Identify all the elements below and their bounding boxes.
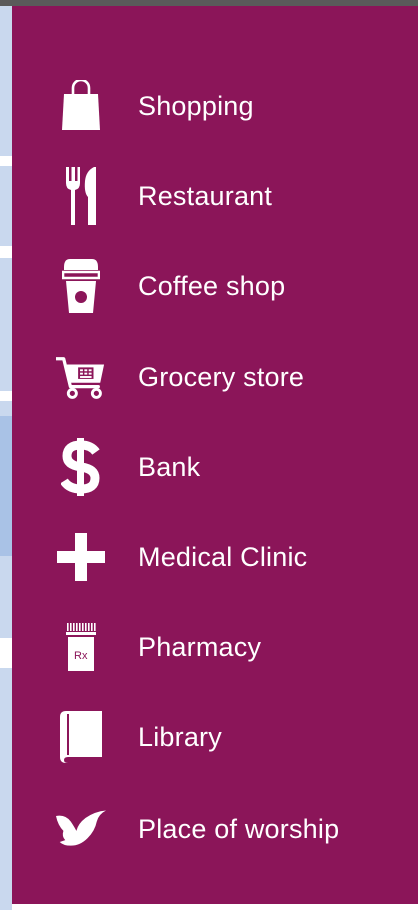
legend-item-shopping[interactable]: Shopping	[12, 76, 418, 136]
legend-label-grocery-store: Grocery store	[138, 362, 305, 392]
svg-text:Rx: Rx	[74, 650, 88, 662]
map-edge	[0, 6, 12, 910]
legend-label-shopping: Shopping	[138, 91, 254, 121]
legend-label-pharmacy: Pharmacy	[138, 632, 262, 662]
legend-label-place-of-worship: Place of worship	[138, 814, 340, 844]
legend-item-medical-clinic[interactable]: Medical Clinic	[12, 527, 418, 587]
legend-item-pharmacy[interactable]: Rx Pharmacy	[12, 617, 418, 677]
legend-item-coffee-shop[interactable]: Coffee shop	[12, 256, 418, 316]
pill-bottle-icon: Rx	[56, 617, 106, 677]
shopping-bag-icon	[56, 76, 106, 136]
dollar-sign-icon	[56, 437, 106, 497]
dove-icon	[56, 799, 106, 859]
medical-cross-icon	[56, 527, 106, 587]
legend-item-grocery-store[interactable]: Grocery store	[12, 347, 418, 407]
legend-item-place-of-worship[interactable]: Place of worship	[12, 799, 418, 859]
legend-label-coffee-shop: Coffee shop	[138, 271, 286, 301]
fork-knife-icon	[56, 166, 106, 226]
poi-legend-panel: Shopping Restaurant Coffee shop Grocery …	[12, 6, 418, 904]
coffee-cup-icon	[56, 256, 106, 316]
legend-item-library[interactable]: Library	[12, 707, 418, 767]
legend-label-restaurant: Restaurant	[138, 181, 273, 211]
legend-label-library: Library	[138, 722, 222, 752]
legend-item-restaurant[interactable]: Restaurant	[12, 166, 418, 226]
legend-item-bank[interactable]: Bank	[12, 437, 418, 497]
legend-label-medical-clinic: Medical Clinic	[138, 542, 308, 572]
book-icon	[56, 707, 106, 767]
legend-label-bank: Bank	[138, 452, 201, 482]
shopping-cart-icon	[56, 347, 106, 407]
